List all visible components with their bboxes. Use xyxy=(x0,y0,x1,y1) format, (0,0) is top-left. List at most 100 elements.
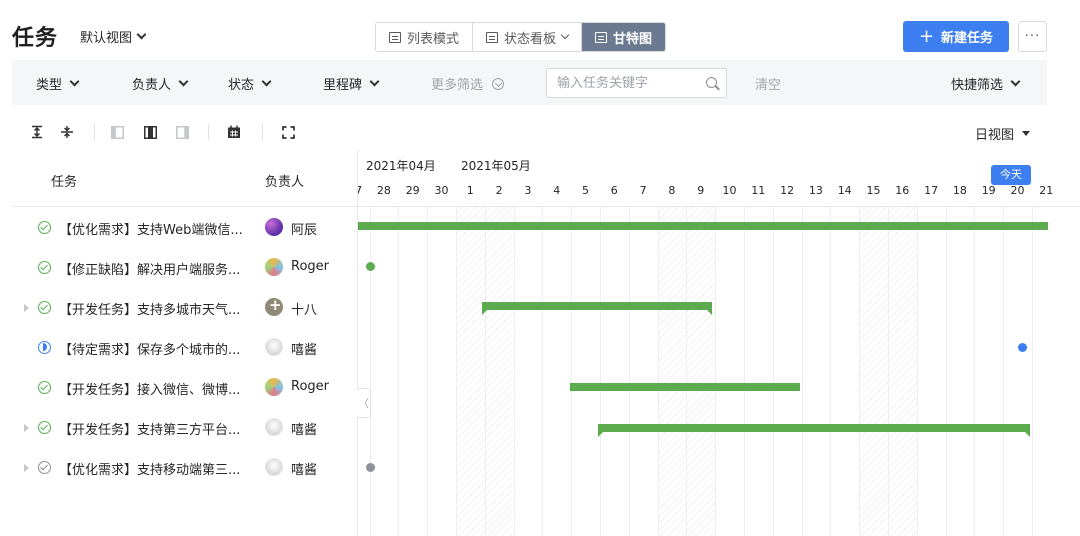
day-label: 30 xyxy=(434,184,449,197)
expand-arrow-icon[interactable] xyxy=(24,304,29,312)
task-name[interactable]: 【待定需求】保存多个城市的... xyxy=(59,339,259,358)
layout-left-button[interactable] xyxy=(111,124,124,140)
table-row[interactable]: 【开发任务】支持多城市天气... + 十八 xyxy=(12,287,357,327)
day-label: 10 xyxy=(722,184,737,197)
table-row[interactable]: 【修正缺陷】解决用户端服务... Roger xyxy=(12,247,357,287)
day-label: 21 xyxy=(1039,184,1054,197)
gantt-task-dot[interactable] xyxy=(1018,343,1027,352)
gantt-task-bar[interactable] xyxy=(598,424,1030,437)
plus-icon: + xyxy=(918,25,935,47)
gantt-task-dot[interactable] xyxy=(366,262,375,271)
day-column xyxy=(945,206,975,536)
day-label: 15 xyxy=(866,184,881,197)
board-mode-button[interactable]: 状态看板 xyxy=(473,23,583,51)
day-label: 12 xyxy=(780,184,795,197)
board-mode-label: 状态看板 xyxy=(504,31,557,47)
more-button[interactable]: ··· xyxy=(1018,21,1047,52)
day-label: 1 xyxy=(466,184,474,197)
month-label: 2021年04月 xyxy=(366,159,436,173)
day-column xyxy=(974,206,1003,536)
day-label: 28 xyxy=(376,184,391,197)
task-name[interactable]: 【优化需求】支持Web端微信... xyxy=(59,219,259,238)
collapse-all-icon xyxy=(61,126,73,138)
task-name[interactable]: 【优化需求】支持移动端第三... xyxy=(59,459,259,478)
day-column xyxy=(859,206,888,536)
task-name[interactable]: 【修正缺陷】解决用户端服务... xyxy=(59,259,259,278)
view-selector[interactable]: 默认视图 xyxy=(80,27,147,46)
task-name[interactable]: 【开发任务】支持多城市天气... xyxy=(59,299,259,318)
milestone-filter[interactable]: 里程碑 xyxy=(323,74,380,93)
list-mode-button[interactable]: 列表模式 xyxy=(376,23,474,51)
gantt-task-bar[interactable] xyxy=(482,302,712,315)
avatar xyxy=(265,338,283,356)
day-column xyxy=(369,206,399,536)
day-label: 13 xyxy=(808,184,823,197)
day-label: 6 xyxy=(610,184,618,197)
day-column xyxy=(628,206,658,536)
task-name[interactable]: 【开发任务】接入微信、微博... xyxy=(59,379,259,398)
avatar xyxy=(265,418,283,436)
avatar xyxy=(265,218,283,236)
view-selector-label: 默认视图 xyxy=(80,31,133,46)
day-label: 4 xyxy=(553,184,561,197)
table-row[interactable]: 【开发任务】支持第三方平台... 嘻酱 xyxy=(12,407,357,447)
table-row[interactable]: 【开发任务】接入微信、微博... Roger xyxy=(12,367,357,407)
new-task-button[interactable]: + 新建任务 xyxy=(903,21,1009,52)
gantt-mode-button[interactable]: 甘特图 xyxy=(582,23,666,51)
table-row[interactable]: 【优化需求】支持移动端第三... 嘻酱 xyxy=(12,447,357,487)
task-name[interactable]: 【开发任务】支持第三方平台... xyxy=(59,419,259,438)
fullscreen-icon xyxy=(282,125,295,139)
today-marker: 今天 xyxy=(991,165,1031,185)
expand-arrow-icon[interactable] xyxy=(24,464,29,472)
quick-filter-dropdown[interactable]: 快捷筛选 xyxy=(951,74,1021,93)
avatar xyxy=(265,458,283,476)
day-label: 18 xyxy=(952,184,967,197)
day-label: 5 xyxy=(581,184,589,197)
day-label: 9 xyxy=(697,184,705,197)
board-icon xyxy=(486,31,499,43)
gantt-task-bar[interactable] xyxy=(570,383,800,391)
collapse-all-button[interactable] xyxy=(60,124,74,140)
assignee-filter[interactable]: 负责人 xyxy=(132,74,189,93)
type-filter-label: 类型 xyxy=(36,78,63,93)
new-task-label: 新建任务 xyxy=(941,31,994,46)
more-filters-button[interactable]: 更多筛选 xyxy=(431,74,505,93)
expand-arrow-icon[interactable] xyxy=(24,424,29,432)
type-filter[interactable]: 类型 xyxy=(36,74,80,93)
day-label: 8 xyxy=(668,184,676,197)
table-row[interactable]: 【待定需求】保存多个城市的... 嘻酱 xyxy=(12,327,357,367)
day-view-dropdown[interactable]: 日视图 xyxy=(975,124,1031,143)
collapse-panel-button[interactable]: 〈 xyxy=(357,388,371,418)
fullscreen-button[interactable] xyxy=(282,124,295,140)
day-view-label: 日视图 xyxy=(975,128,1015,143)
expand-all-button[interactable] xyxy=(30,124,44,140)
layout-right-icon xyxy=(176,125,189,139)
gantt-task-dot[interactable] xyxy=(366,463,375,472)
status-filter[interactable]: 状态 xyxy=(228,74,272,93)
day-label: 16 xyxy=(895,184,910,197)
gantt-task-bar[interactable] xyxy=(358,222,1048,230)
layout-right-button[interactable] xyxy=(176,124,189,140)
layout-left-icon xyxy=(111,125,124,139)
clear-button[interactable]: 清空 xyxy=(755,74,781,93)
search-icon[interactable] xyxy=(706,77,717,88)
plus-icon: + xyxy=(269,296,282,314)
day-column xyxy=(1031,206,1061,536)
page-header: 任务 默认视图 列表模式 状态看板 甘特图 + 新建任务 ··· xyxy=(0,0,1080,60)
table-row[interactable]: 【优化需求】支持Web端微信... 阿辰 xyxy=(12,207,357,247)
day-column xyxy=(513,206,543,536)
assignee-name: 十八 xyxy=(291,303,318,318)
more-filters-label: 更多筛选 xyxy=(431,78,484,93)
day-label: 11 xyxy=(751,184,766,197)
calendar-button[interactable] xyxy=(227,124,241,140)
day-column xyxy=(358,206,370,536)
day-column xyxy=(398,206,427,536)
day-column xyxy=(830,206,859,536)
chevron-down-icon xyxy=(136,29,147,40)
month-label: 2021年05月 xyxy=(461,159,531,173)
chevron-down-icon xyxy=(261,76,272,87)
circle-chevron-down-icon xyxy=(492,77,505,90)
task-search-input[interactable] xyxy=(547,69,697,97)
layout-center-button[interactable] xyxy=(144,124,157,140)
assignee-name: 阿辰 xyxy=(291,223,318,238)
